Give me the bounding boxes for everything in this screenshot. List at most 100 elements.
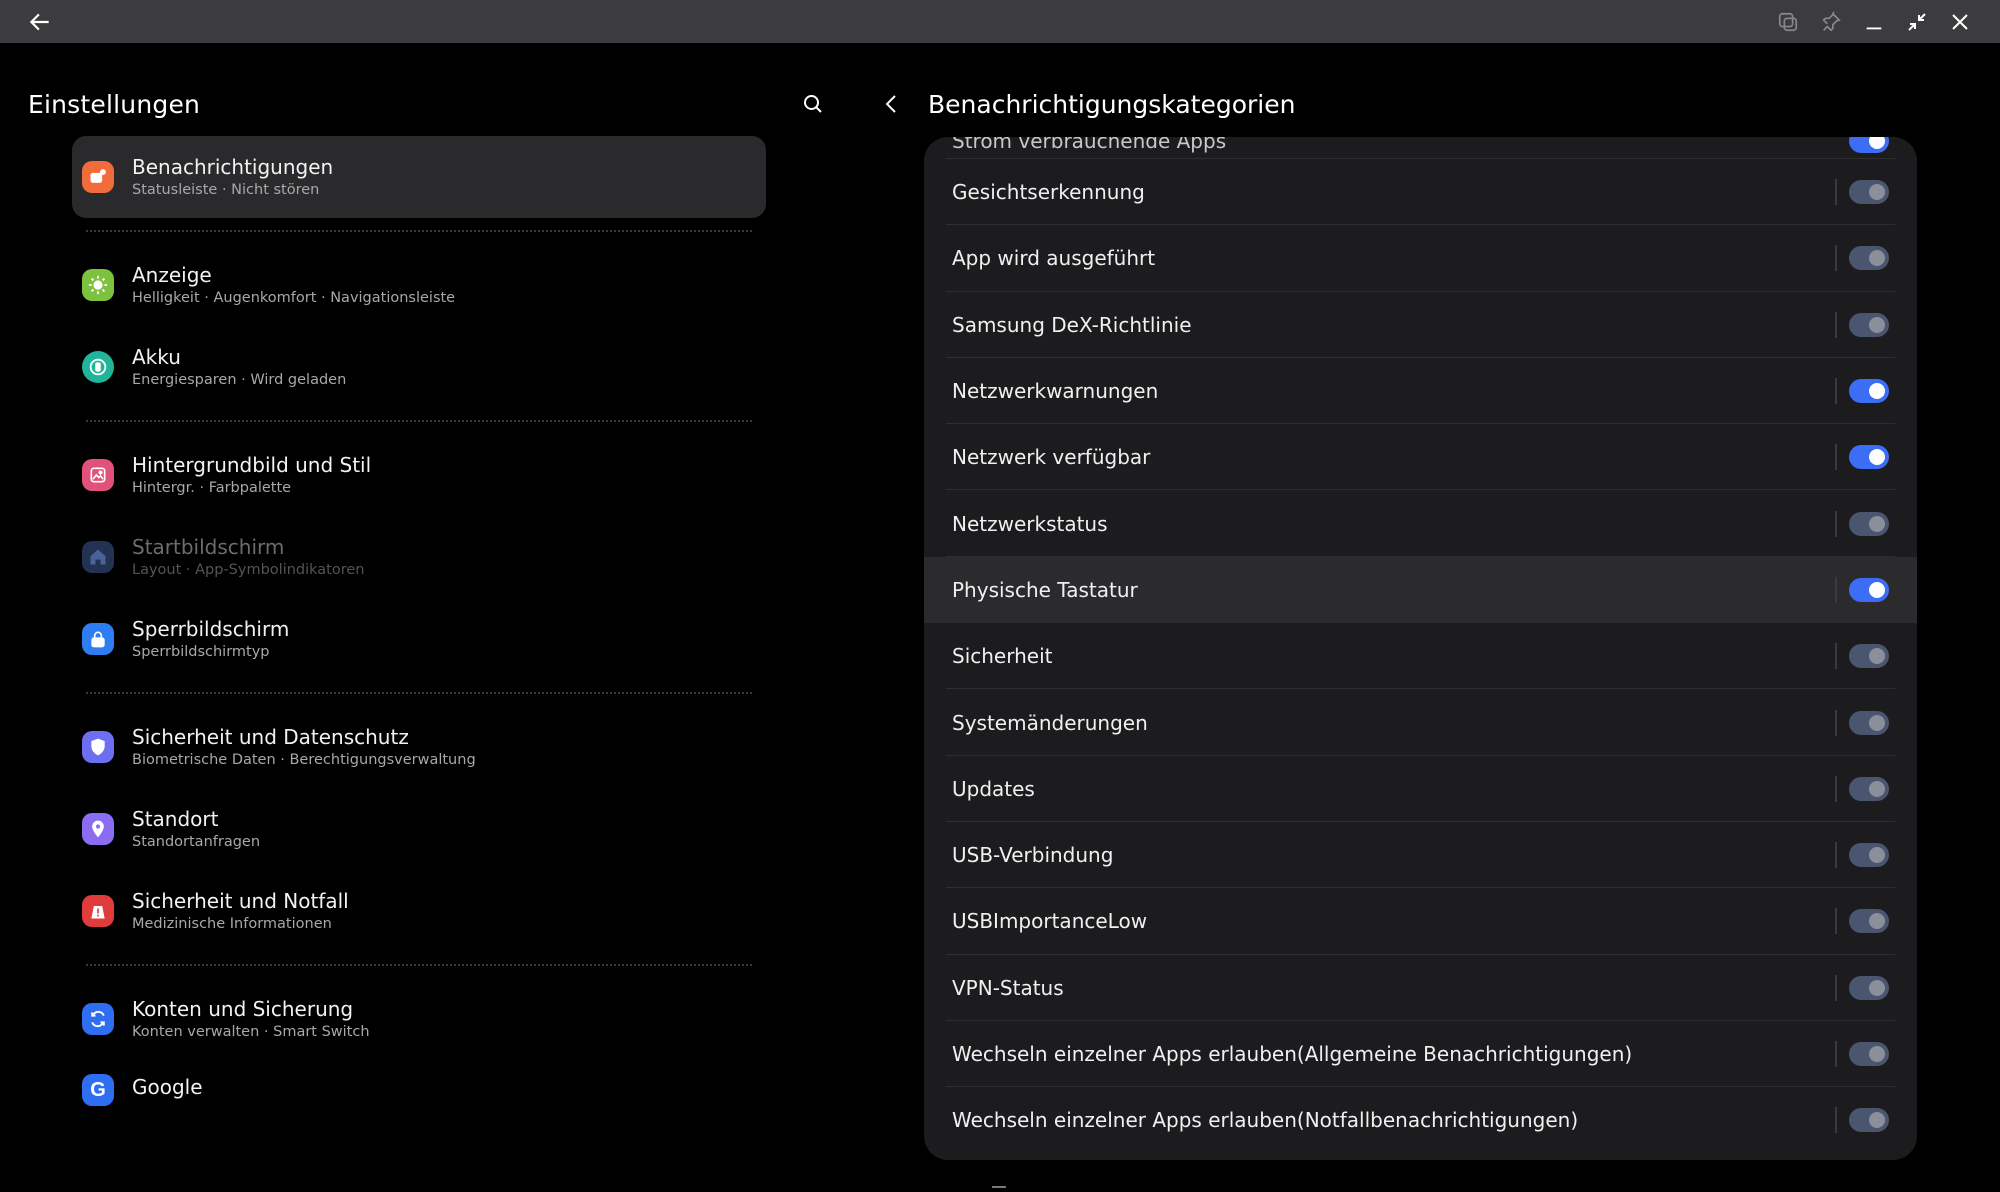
row-divider	[1835, 974, 1837, 1001]
battery-icon	[82, 351, 114, 383]
category-toggle[interactable]	[1849, 776, 1889, 801]
sync-icon	[82, 1003, 114, 1035]
window-titlebar	[0, 0, 2000, 43]
category-row[interactable]: Netzwerkstatus	[924, 490, 1917, 557]
item-title: Standort	[132, 807, 219, 831]
divider	[72, 408, 766, 434]
settings-item-startbildschirm[interactable]: Startbildschirm Layout · App-Symbolindik…	[72, 516, 766, 598]
settings-item-anzeige[interactable]: Anzeige Helligkeit · Augenkomfort · Navi…	[72, 244, 766, 326]
category-row[interactable]: Samsung DeX-Richtlinie	[924, 292, 1917, 358]
divider	[72, 218, 766, 244]
settings-item-sperrbildschirm[interactable]: Sperrbildschirm Sperrbildschirmtyp	[72, 598, 766, 680]
close-icon	[1952, 13, 1968, 30]
exit-fullscreen-icon	[1908, 12, 1926, 31]
row-divider	[1835, 576, 1837, 603]
detail-back-button[interactable]	[874, 86, 910, 122]
item-title: Google	[132, 1075, 203, 1099]
category-toggle[interactable]	[1849, 577, 1889, 602]
row-divider	[1835, 510, 1837, 537]
exit-fullscreen-button[interactable]	[1899, 4, 1935, 40]
category-toggle[interactable]	[1849, 180, 1889, 205]
home-icon	[82, 541, 114, 573]
item-title: Sicherheit und Datenschutz	[132, 725, 409, 749]
minimize-button[interactable]	[1856, 4, 1892, 40]
settings-item-konten-sicherung[interactable]: Konten und Sicherung Konten verwalten · …	[72, 978, 766, 1060]
item-title: Hintergrundbild und Stil	[132, 453, 372, 477]
row-divider	[1835, 775, 1837, 802]
category-label: Netzwerkwarnungen	[952, 379, 1159, 404]
category-row[interactable]: VPN-Status	[924, 955, 1917, 1021]
search-icon	[804, 95, 822, 113]
category-toggle[interactable]	[1849, 975, 1889, 1000]
row-divider	[1835, 179, 1837, 206]
category-row-cut[interactable]: Strom verbrauchende Apps	[924, 137, 1917, 159]
settings-item-google[interactable]: G Google	[72, 1060, 766, 1120]
category-toggle[interactable]	[1849, 710, 1889, 735]
row-divider	[1835, 444, 1837, 471]
category-label: Sicherheit	[952, 644, 1053, 669]
category-toggle[interactable]	[1849, 246, 1889, 271]
item-title: Benachrichtigungen	[132, 155, 334, 179]
category-label: Updates	[952, 776, 1035, 801]
item-subtitle: Konten verwalten · Smart Switch	[132, 1024, 370, 1040]
item-subtitle: Biometrische Daten · Berechtigungsverwal…	[132, 752, 476, 768]
category-label: VPN-Status	[952, 975, 1064, 1000]
category-row[interactable]: USB-Verbindung	[924, 822, 1917, 889]
item-title: Sperrbildschirm	[132, 617, 290, 641]
item-subtitle: Hintergr. · Farbpalette	[132, 480, 292, 496]
category-row[interactable]: App wird ausgeführt	[924, 225, 1917, 292]
category-row[interactable]: Sicherheit	[924, 623, 1917, 690]
settings-item-hintergrundbild[interactable]: Hintergrundbild und Stil Hintergr. · Far…	[72, 434, 766, 516]
shield-icon	[82, 731, 114, 763]
item-title: Anzeige	[132, 263, 212, 287]
search-button[interactable]	[792, 83, 834, 125]
category-row[interactable]: Updates	[924, 756, 1917, 822]
row-divider	[1835, 908, 1837, 935]
category-row[interactable]: Netzwerk verfügbar	[924, 424, 1917, 491]
item-subtitle: Helligkeit · Augenkomfort · Navigationsl…	[132, 290, 456, 306]
row-divider	[1835, 378, 1837, 405]
category-row[interactable]: USBImportanceLow	[924, 888, 1917, 955]
sun-icon	[82, 269, 114, 301]
google-icon: G	[82, 1074, 114, 1106]
settings-item-benachrichtigungen[interactable]: Benachrichtigungen Statusleiste · Nicht …	[72, 136, 766, 218]
settings-item-akku[interactable]: Akku Energiesparen · Wird geladen	[72, 326, 766, 408]
wallpaper-icon	[82, 459, 114, 491]
row-divider	[1835, 842, 1837, 869]
item-title: Konten und Sicherung	[132, 997, 354, 1021]
category-label: App wird ausgeführt	[952, 246, 1156, 271]
category-toggle[interactable]	[1849, 312, 1889, 337]
category-row[interactable]: Systemänderungen	[924, 689, 1917, 756]
arrow-left-icon	[29, 13, 49, 30]
item-title: Startbildschirm	[132, 535, 285, 559]
category-row[interactable]: Gesichtserkennung	[924, 159, 1917, 226]
row-divider	[1835, 709, 1837, 736]
category-toggle[interactable]	[1849, 909, 1889, 934]
category-toggle[interactable]	[1849, 644, 1889, 669]
category-row[interactable]: Wechseln einzelner Apps erlauben(Notfall…	[924, 1087, 1917, 1153]
close-button[interactable]	[1942, 4, 1978, 40]
category-row[interactable]: Physische Tastatur	[924, 556, 1917, 624]
category-toggle[interactable]	[1849, 1108, 1889, 1133]
category-row[interactable]: Wechseln einzelner Apps erlauben(Allgeme…	[924, 1021, 1917, 1088]
categories-card: Strom verbrauchende Apps Gesichtserkennu…	[924, 137, 1917, 1160]
row-divider	[1835, 311, 1837, 338]
settings-item-sicherheit-datenschutz[interactable]: Sicherheit und Datenschutz Biometrische …	[72, 706, 766, 788]
category-toggle[interactable]	[1849, 379, 1889, 404]
category-toggle[interactable]	[1849, 137, 1889, 153]
category-row[interactable]: Netzwerkwarnungen	[924, 358, 1917, 425]
settings-item-standort[interactable]: Standort Standortanfragen	[72, 788, 766, 870]
category-toggle[interactable]	[1849, 843, 1889, 868]
category-label: USB-Verbindung	[952, 843, 1114, 868]
category-toggle[interactable]	[1849, 445, 1889, 470]
divider	[72, 952, 766, 978]
item-subtitle: Medizinische Informationen	[132, 916, 332, 932]
settings-item-sicherheit-notfall[interactable]: Sicherheit und Notfall Medizinische Info…	[72, 870, 766, 952]
pin-button[interactable]	[1813, 4, 1849, 40]
settings-menu: Benachrichtigungen Statusleiste · Nicht …	[72, 136, 766, 1120]
popup-view-button[interactable]	[1770, 4, 1806, 40]
category-toggle[interactable]	[1849, 511, 1889, 536]
back-button[interactable]	[22, 4, 58, 40]
category-toggle[interactable]	[1849, 1042, 1889, 1066]
category-label: Netzwerkstatus	[952, 511, 1108, 536]
